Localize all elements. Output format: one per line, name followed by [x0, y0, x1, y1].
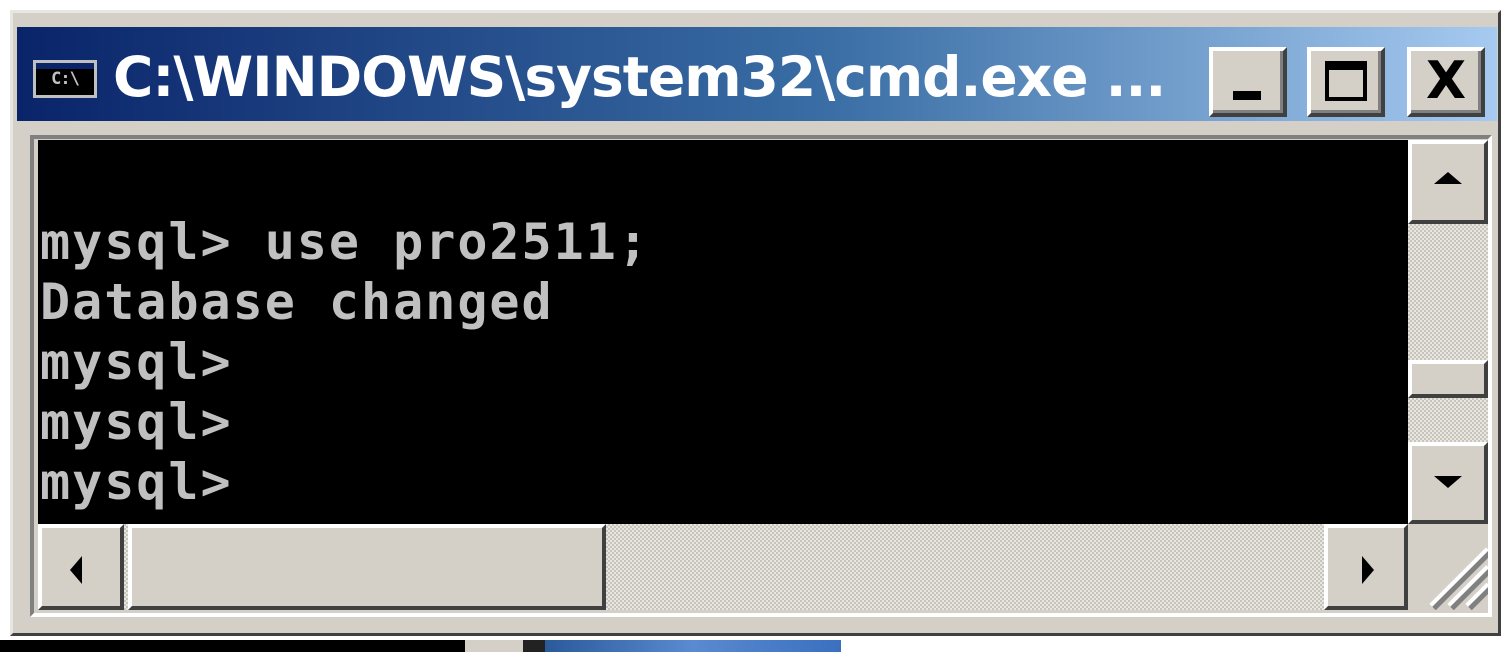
- console-line: mysql>: [40, 453, 233, 511]
- window-title: C:\WINDOWS\system32\cmd.exe ...: [113, 45, 1166, 109]
- size-grip[interactable]: [1408, 524, 1488, 610]
- taskbar-gray-segment: [465, 640, 523, 652]
- horizontal-scrollbar[interactable]: [38, 524, 1408, 610]
- arrow-right-icon: [1362, 556, 1374, 584]
- arrow-up-icon: [1434, 172, 1462, 184]
- close-icon: X: [1425, 51, 1467, 111]
- scroll-up-button[interactable]: [1408, 140, 1488, 224]
- console-output[interactable]: mysql> use pro2511; Database changed mys…: [38, 140, 1408, 524]
- page: C:\ C:\WINDOWS\system32\cmd.exe ... X my…: [0, 0, 1501, 652]
- console-line: mysql>: [40, 393, 233, 451]
- vertical-scrollbar[interactable]: [1408, 140, 1488, 524]
- scroll-down-button[interactable]: [1408, 442, 1488, 524]
- taskbar-separator: [523, 640, 545, 652]
- title-bar[interactable]: C:\ C:\WINDOWS\system32\cmd.exe ... X: [17, 27, 1497, 121]
- vertical-scroll-thumb[interactable]: [1408, 360, 1488, 398]
- cmd-app-icon[interactable]: C:\: [33, 60, 97, 98]
- maximize-button[interactable]: [1307, 47, 1385, 117]
- minimize-button[interactable]: [1209, 47, 1287, 117]
- taskbar-strip: [0, 640, 1501, 652]
- close-button[interactable]: X: [1407, 47, 1485, 117]
- console-line: mysql>: [40, 333, 233, 391]
- horizontal-scroll-thumb[interactable]: [128, 524, 606, 610]
- console-line: mysql> use pro2511;: [40, 213, 650, 271]
- minimize-icon: [1233, 91, 1261, 100]
- scroll-right-button[interactable]: [1324, 524, 1408, 610]
- taskbar-task-button[interactable]: [545, 640, 841, 652]
- console-line: Database changed: [40, 273, 554, 331]
- taskbar-dark-segment: [0, 640, 465, 652]
- arrow-down-icon: [1434, 476, 1462, 488]
- arrow-left-icon: [70, 556, 82, 584]
- maximize-icon: [1325, 61, 1367, 101]
- scroll-left-button[interactable]: [38, 524, 124, 610]
- console-lines: mysql> use pro2511; Database changed mys…: [40, 212, 650, 512]
